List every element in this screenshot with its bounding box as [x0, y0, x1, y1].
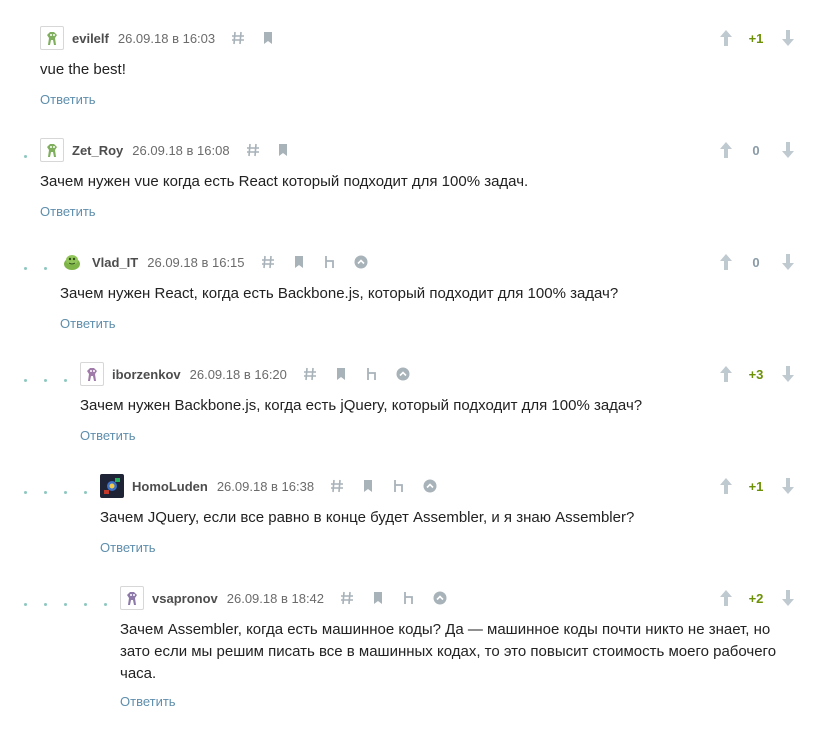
comment-header: Vlad_IT 26.09.18 в 16:15 [60, 249, 368, 275]
comment-username[interactable]: iborzenkov [112, 367, 181, 382]
hash-link-icon[interactable] [330, 479, 344, 493]
comment-text: vue the best! [40, 61, 126, 78]
bookmark-icon[interactable] [361, 479, 375, 493]
vote-down-arrow-icon[interactable] [780, 28, 796, 48]
bookmark-icon[interactable] [276, 143, 290, 157]
vote-up-arrow-icon[interactable] [718, 252, 734, 272]
comment-text-line: Зачем Assembler, когда есть машинное код… [120, 621, 771, 638]
collapse-up-icon[interactable] [354, 255, 368, 269]
vote-up-arrow-icon[interactable] [718, 140, 734, 160]
comment-header: iborzenkov 26.09.18 в 16:20 [80, 361, 410, 387]
comment-text-line: зато если мы решим писать все в машинных… [120, 643, 777, 660]
comment-datetime[interactable]: 26.09.18 в 16:08 [132, 143, 229, 158]
vote-down-arrow-icon[interactable] [780, 252, 796, 272]
comment-datetime[interactable]: 26.09.18 в 16:20 [190, 367, 287, 382]
user-avatar-icon[interactable] [40, 26, 64, 50]
reply-link[interactable]: Ответить [120, 694, 176, 709]
bookmark-icon[interactable] [371, 591, 385, 605]
comment-header: Zet_Roy 26.09.18 в 16:08 [40, 137, 290, 163]
reply-link[interactable]: Ответить [40, 92, 96, 107]
vote-up-arrow-icon[interactable] [718, 476, 734, 496]
hash-link-icon[interactable] [261, 255, 275, 269]
comment-username[interactable]: HomoLuden [132, 479, 208, 494]
comment-header: HomoLuden 26.09.18 в 16:38 [100, 473, 437, 499]
reply-link[interactable]: Ответить [60, 316, 116, 331]
parent-link-icon[interactable] [402, 591, 416, 605]
user-avatar-icon[interactable] [100, 474, 124, 498]
vote-down-arrow-icon[interactable] [780, 588, 796, 608]
comment-text: Зачем нужен vue когда есть React который… [40, 173, 529, 190]
vote-down-arrow-icon[interactable] [780, 140, 796, 160]
bookmark-icon[interactable] [292, 255, 306, 269]
collapse-up-icon[interactable] [396, 367, 410, 381]
comment-datetime[interactable]: 26.09.18 в 18:42 [227, 591, 324, 606]
hash-link-icon[interactable] [340, 591, 354, 605]
comment-score: +2 [748, 591, 764, 606]
comment-text-line: часа. [120, 665, 157, 682]
comment-text: Зачем JQuery, если все равно в конце буд… [100, 509, 635, 526]
collapse-up-icon[interactable] [433, 591, 447, 605]
reply-link[interactable]: Ответить [100, 540, 156, 555]
comment-header: vsapronov 26.09.18 в 18:42 [120, 585, 447, 611]
comment-score: +3 [748, 367, 764, 382]
comment-datetime[interactable]: 26.09.18 в 16:38 [217, 479, 314, 494]
vote-up-arrow-icon[interactable] [718, 364, 734, 384]
vote-down-arrow-icon[interactable] [780, 476, 796, 496]
vote-down-arrow-icon[interactable] [780, 364, 796, 384]
comment-datetime[interactable]: 26.09.18 в 16:03 [118, 31, 215, 46]
hash-link-icon[interactable] [246, 143, 260, 157]
comment-text: Зачем Assembler, когда есть машинное код… [120, 619, 776, 685]
parent-link-icon[interactable] [365, 367, 379, 381]
vote-up-arrow-icon[interactable] [718, 28, 734, 48]
user-avatar-icon[interactable] [60, 250, 84, 274]
comment-username[interactable]: evilelf [72, 31, 109, 46]
user-avatar-icon[interactable] [120, 586, 144, 610]
hash-link-icon[interactable] [303, 367, 317, 381]
comment-score: +1 [748, 479, 764, 494]
parent-link-icon[interactable] [323, 255, 337, 269]
user-avatar-icon[interactable] [40, 138, 64, 162]
comment-username[interactable]: vsapronov [152, 591, 218, 606]
comment-datetime[interactable]: 26.09.18 в 16:15 [147, 255, 244, 270]
bookmark-icon[interactable] [261, 31, 275, 45]
comment-username[interactable]: Vlad_IT [92, 255, 138, 270]
comment-text: Зачем нужен React, когда есть Backbone.j… [60, 285, 619, 302]
hash-link-icon[interactable] [231, 31, 245, 45]
bookmark-icon[interactable] [334, 367, 348, 381]
reply-link[interactable]: Ответить [40, 204, 96, 219]
vote-up-arrow-icon[interactable] [718, 588, 734, 608]
collapse-up-icon[interactable] [423, 479, 437, 493]
comment-username[interactable]: Zet_Roy [72, 143, 123, 158]
comment-header: evilelf 26.09.18 в 16:03 [40, 25, 275, 51]
comment-text: Зачем нужен Backbone.js, когда есть jQue… [80, 397, 643, 414]
user-avatar-icon[interactable] [80, 362, 104, 386]
comment-score: +1 [748, 31, 764, 46]
parent-link-icon[interactable] [392, 479, 406, 493]
comment-score: 0 [752, 255, 760, 270]
reply-link[interactable]: Ответить [80, 428, 136, 443]
comment-score: 0 [752, 143, 760, 158]
